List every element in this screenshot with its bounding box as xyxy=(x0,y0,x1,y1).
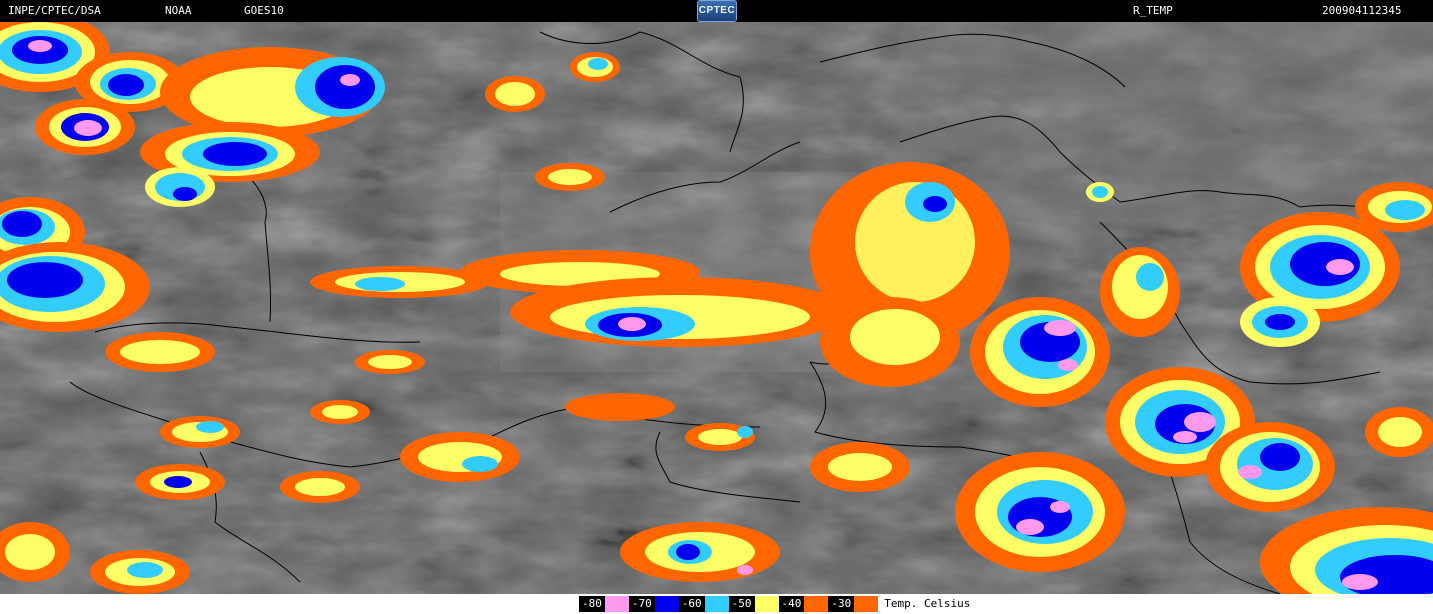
timestamp-label: 200904112345 xyxy=(1322,4,1402,17)
storm-cell xyxy=(280,471,360,503)
legend-unit-label: Temp. Celsius xyxy=(884,597,971,610)
storm-cell xyxy=(970,297,1110,407)
footer-bar: -80 -70 -60 -50 -40 -30 Temp. Celsius xyxy=(0,594,1433,614)
storm-cell xyxy=(400,432,520,482)
agency-label: INPE/CPTEC/DSA xyxy=(8,4,101,17)
storm-cell xyxy=(1365,407,1433,457)
storm-cell xyxy=(955,452,1125,572)
legend-swatch xyxy=(854,596,879,612)
storm-cell xyxy=(160,416,240,448)
storm-cell xyxy=(620,522,780,582)
legend-swatch xyxy=(654,596,679,612)
storm-cell xyxy=(1240,297,1320,347)
legend-swatch xyxy=(604,596,629,612)
legend-value: -40 xyxy=(778,596,805,612)
storm-cell xyxy=(355,350,425,374)
legend-swatch xyxy=(754,596,779,612)
satellite-image xyxy=(0,22,1433,594)
legend-value: -60 xyxy=(678,596,705,612)
storm-cell xyxy=(535,163,605,191)
storm-cell xyxy=(565,393,675,421)
satellite-label: GOES10 xyxy=(244,4,284,17)
legend-value: -80 xyxy=(579,596,605,612)
storm-cell xyxy=(485,76,545,112)
satellite-map-svg xyxy=(0,22,1433,594)
legend-value: -70 xyxy=(628,596,655,612)
storm-cell xyxy=(105,332,215,372)
header-bar: INPE/CPTEC/DSA NOAA GOES10 CPTEC R_TEMP … xyxy=(0,0,1433,22)
storm-cell xyxy=(1086,182,1114,202)
storm-cell xyxy=(145,167,215,207)
legend-value: -50 xyxy=(728,596,755,612)
legend-value: -30 xyxy=(828,596,855,612)
cptec-logo: CPTEC xyxy=(697,0,737,22)
storm-cell xyxy=(570,52,620,82)
noaa-label: NOAA xyxy=(165,4,192,17)
legend-swatch xyxy=(704,596,729,612)
storm-cell xyxy=(1100,247,1180,337)
storm-cell xyxy=(135,464,225,500)
storm-cell xyxy=(35,99,135,155)
storm-cell xyxy=(310,400,370,424)
storm-cell xyxy=(810,442,910,492)
storm-cell xyxy=(685,423,755,451)
product-label: R_TEMP xyxy=(1133,4,1173,17)
legend-swatch xyxy=(804,596,829,612)
storm-cell xyxy=(1205,422,1335,512)
logo-text: CPTEC xyxy=(698,5,736,16)
storm-cell xyxy=(90,550,190,594)
temperature-legend: -80 -70 -60 -50 -40 -30 Temp. Celsius xyxy=(579,595,970,613)
